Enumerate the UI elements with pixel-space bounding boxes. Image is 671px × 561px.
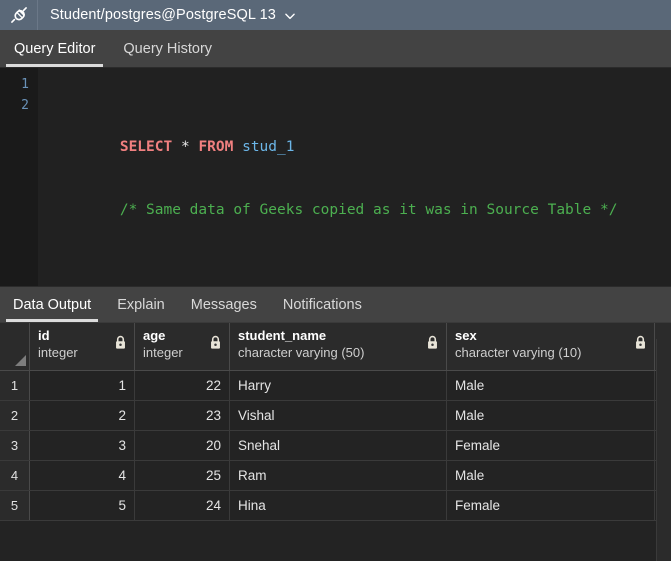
sql-code-area[interactable]: SELECT * FROM stud_1 /* Same data of Gee… — [38, 68, 671, 286]
grid-body: 1 1 22 Harry Male 2 2 23 Vishal Male 3 3… — [0, 371, 671, 561]
tab-query-editor[interactable]: Query Editor — [0, 30, 109, 67]
cell-age[interactable]: 22 — [135, 371, 230, 400]
cell-sex[interactable]: Male — [447, 371, 655, 400]
tab-explain[interactable]: Explain — [104, 287, 178, 322]
cell-age[interactable]: 20 — [135, 431, 230, 460]
table-row[interactable]: 4 4 25 Ram Male — [0, 461, 671, 491]
cell-age[interactable]: 24 — [135, 491, 230, 520]
cell-id[interactable]: 4 — [30, 461, 135, 490]
cell-student-name[interactable]: Vishal — [230, 401, 447, 430]
tab-query-history[interactable]: Query History — [109, 30, 226, 67]
sql-token-space — [172, 139, 181, 155]
cell-student-name[interactable]: Snehal — [230, 431, 447, 460]
cell-id[interactable]: 1 — [30, 371, 135, 400]
connection-title: Student/postgres@PostgreSQL 13 — [38, 7, 276, 23]
table-row[interactable]: 5 5 24 Hina Female — [0, 491, 671, 521]
tab-notifications[interactable]: Notifications — [270, 287, 375, 322]
tab-data-output[interactable]: Data Output — [0, 287, 104, 322]
row-number[interactable]: 1 — [0, 371, 30, 400]
tab-messages-label: Messages — [191, 297, 257, 313]
sql-token-comment: /* Same data of Geeks copied as it was i… — [120, 202, 618, 218]
sql-token-table-name: stud_1 — [242, 139, 294, 155]
column-type: character varying (50) — [238, 344, 438, 362]
line-number: 2 — [0, 95, 38, 116]
data-output-grid: id integer age integer — [0, 322, 671, 561]
plug-connected-icon — [0, 0, 38, 30]
cell-student-name[interactable]: Hina — [230, 491, 447, 520]
column-type: character varying (10) — [455, 344, 646, 362]
chevron-down-icon[interactable] — [283, 9, 297, 23]
tab-query-editor-label: Query Editor — [14, 41, 95, 57]
sql-token-from: FROM — [198, 139, 233, 155]
column-name: id — [38, 327, 126, 344]
cell-id[interactable]: 3 — [30, 431, 135, 460]
line-number-gutter: 1 2 — [0, 68, 38, 286]
cell-id[interactable]: 2 — [30, 401, 135, 430]
column-header-sex[interactable]: sex character varying (10) — [447, 323, 655, 370]
column-header-student-name[interactable]: student_name character varying (50) — [230, 323, 447, 370]
select-all-cell[interactable] — [0, 323, 30, 370]
code-line: /* Same data of Geeks copied as it was i… — [50, 179, 671, 200]
column-name: student_name — [238, 327, 438, 344]
column-type: integer — [38, 344, 126, 362]
tab-notifications-label: Notifications — [283, 297, 362, 313]
sql-token-star: * — [181, 139, 190, 155]
tab-query-history-label: Query History — [123, 41, 212, 57]
table-row[interactable]: 1 1 22 Harry Male — [0, 371, 671, 401]
query-tool-window: Student/postgres@PostgreSQL 13 Query Edi… — [0, 0, 671, 561]
row-number[interactable]: 4 — [0, 461, 30, 490]
row-number[interactable]: 5 — [0, 491, 30, 520]
tab-data-output-label: Data Output — [13, 297, 91, 313]
lock-icon — [634, 335, 647, 355]
editor-tabbar: Query Editor Query History — [0, 30, 671, 68]
sql-token-space — [233, 139, 242, 155]
cell-age[interactable]: 25 — [135, 461, 230, 490]
sql-editor[interactable]: 1 2 SELECT * FROM stud_1 /* Same data of… — [0, 68, 671, 286]
line-number: 1 — [0, 74, 38, 95]
column-header-id[interactable]: id integer — [30, 323, 135, 370]
lock-icon — [209, 335, 222, 355]
lock-icon — [426, 335, 439, 355]
cell-sex[interactable]: Male — [447, 461, 655, 490]
grid-header-row: id integer age integer — [0, 323, 671, 371]
lock-icon — [114, 335, 127, 355]
row-number[interactable]: 2 — [0, 401, 30, 430]
cell-student-name[interactable]: Ram — [230, 461, 447, 490]
tab-messages[interactable]: Messages — [178, 287, 270, 322]
column-name: sex — [455, 327, 646, 344]
row-number[interactable]: 3 — [0, 431, 30, 460]
table-row[interactable]: 3 3 20 Snehal Female — [0, 431, 671, 461]
cell-sex[interactable]: Male — [447, 401, 655, 430]
cell-id[interactable]: 5 — [30, 491, 135, 520]
cell-age[interactable]: 23 — [135, 401, 230, 430]
cell-sex[interactable]: Female — [447, 431, 655, 460]
results-tabbar: Data Output Explain Messages Notificatio… — [0, 286, 671, 322]
titlebar: Student/postgres@PostgreSQL 13 — [0, 0, 671, 30]
cell-sex[interactable]: Female — [447, 491, 655, 520]
sql-token-select: SELECT — [120, 139, 172, 155]
column-header-age[interactable]: age integer — [135, 323, 230, 370]
grid-vertical-scrollbar[interactable] — [656, 339, 671, 561]
select-all-triangle-icon — [15, 355, 26, 366]
cell-student-name[interactable]: Harry — [230, 371, 447, 400]
tab-explain-label: Explain — [117, 297, 165, 313]
table-row[interactable]: 2 2 23 Vishal Male — [0, 401, 671, 431]
code-line: SELECT * FROM stud_1 — [50, 116, 671, 137]
